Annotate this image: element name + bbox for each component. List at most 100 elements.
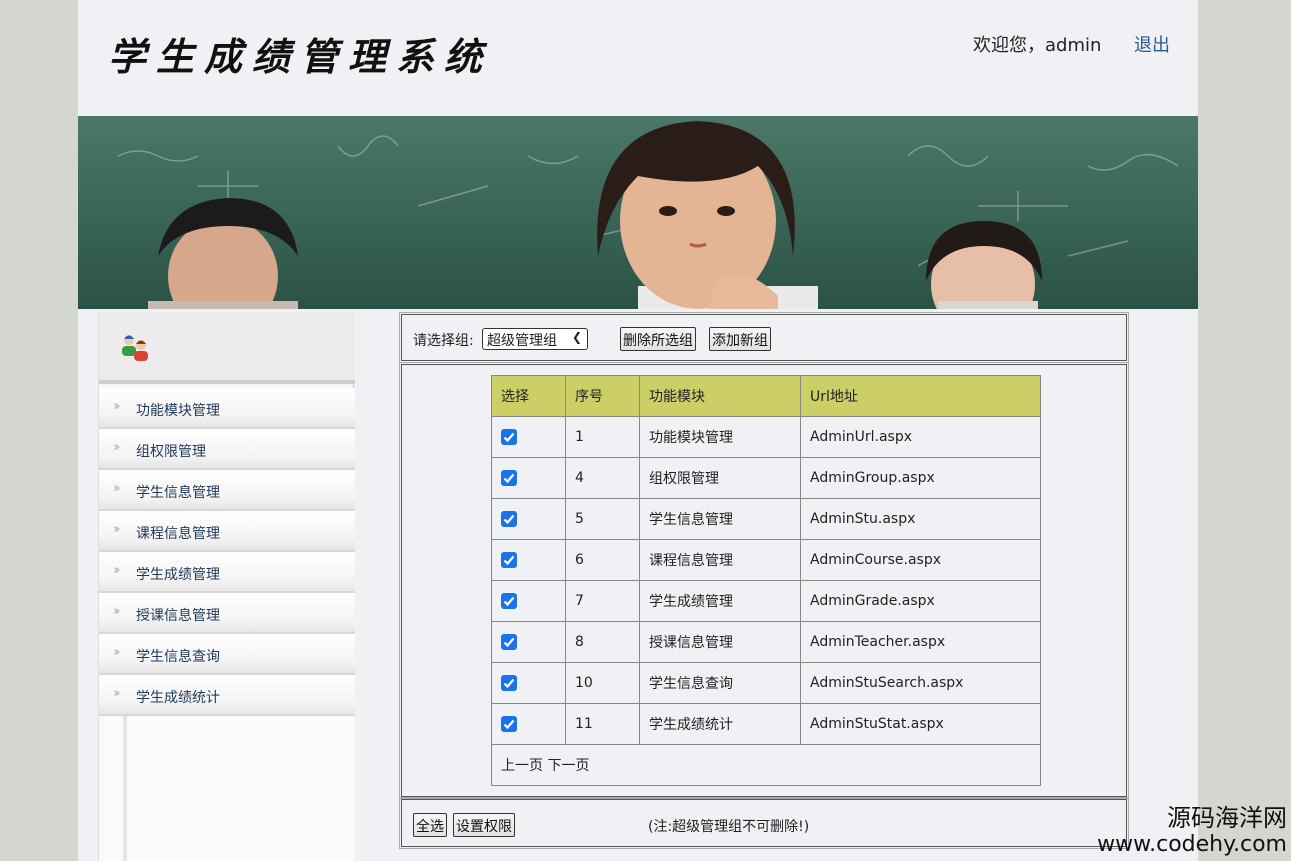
welcome-text: 欢迎您，admin (973, 35, 1102, 56)
id-cell: 5 (565, 498, 640, 540)
check-icon (503, 555, 515, 566)
note-text: (注:超级管理组不可删除!) (648, 819, 810, 835)
row-checkbox[interactable] (501, 634, 517, 650)
module-cell: 功能模块管理 (639, 416, 801, 458)
sidebar-item[interactable]: ›› 组权限管理 (99, 429, 355, 470)
sidebar-item-label: 学生信息查询 (136, 649, 220, 665)
module-cell: 授课信息管理 (639, 621, 801, 663)
next-page-link[interactable]: 下一页 (547, 758, 589, 774)
banner-image (78, 116, 1198, 309)
select-group-label: 请选择组: (413, 333, 474, 349)
watermark-line1: 源码海洋网 (1167, 804, 1287, 832)
select-cell (491, 703, 566, 745)
check-icon (503, 473, 515, 484)
sidebar-item-label: 课程信息管理 (136, 526, 220, 542)
url-cell: AdminGroup.aspx (800, 457, 1041, 499)
url-cell: AdminStu.aspx (800, 498, 1041, 540)
row-checkbox[interactable] (501, 552, 517, 568)
main-content: 请选择组: 超级管理组 ❮ 删除所选组 添加新组 选择 序号 功能模块 Url地… (358, 311, 1172, 861)
table-row: 11 学生成绩统计 AdminStuStat.aspx (491, 703, 1041, 745)
sidebar-item[interactable]: ›› 功能模块管理 (99, 388, 355, 429)
row-checkbox[interactable] (501, 511, 517, 527)
id-cell: 4 (565, 457, 640, 499)
logout-link[interactable]: 退出 (1134, 31, 1170, 57)
table-header-row: 选择 序号 功能模块 Url地址 (491, 375, 1041, 417)
select-cell (491, 621, 566, 663)
col-header-select: 选择 (491, 375, 566, 417)
sidebar-item[interactable]: ›› 学生成绩管理 (99, 552, 355, 593)
select-all-button[interactable]: 全选 (413, 813, 447, 837)
sidebar-item[interactable]: ›› 学生信息查询 (99, 634, 355, 675)
check-icon (503, 678, 515, 689)
check-icon (503, 514, 515, 525)
sidebar-item[interactable]: ›› 课程信息管理 (99, 511, 355, 552)
row-checkbox[interactable] (501, 593, 517, 609)
id-cell: 8 (565, 621, 640, 663)
classroom-photo (78, 116, 1198, 309)
watermark-line2: www.codehy.com (1097, 832, 1287, 857)
set-permission-button[interactable]: 设置权限 (453, 813, 515, 837)
sidebar-item[interactable]: ›› 学生成绩统计 (99, 675, 355, 716)
table-row: 8 授课信息管理 AdminTeacher.aspx (491, 621, 1041, 663)
select-cell (491, 580, 566, 622)
module-cell: 课程信息管理 (639, 539, 801, 581)
module-cell: 学生成绩统计 (639, 703, 801, 745)
col-header-id: 序号 (565, 375, 640, 417)
prev-page-link[interactable]: 上一页 (501, 758, 543, 774)
sidebar-item-label: 授课信息管理 (136, 608, 220, 624)
table-row: 6 课程信息管理 AdminCourse.aspx (491, 539, 1041, 581)
url-cell: AdminStuSearch.aspx (800, 662, 1041, 704)
double-chevron-right-icon: ›› (113, 399, 121, 414)
row-checkbox[interactable] (501, 429, 517, 445)
sidebar-header (99, 312, 355, 384)
id-cell: 6 (565, 539, 640, 581)
table-row: 1 功能模块管理 AdminUrl.aspx (491, 416, 1041, 458)
header: 学生成绩管理系统 欢迎您，admin 退出 (78, 0, 1198, 116)
check-icon (503, 432, 515, 443)
sidebar-item[interactable]: ›› 授课信息管理 (99, 593, 355, 634)
url-cell: AdminStuStat.aspx (800, 703, 1041, 745)
select-cell (491, 416, 566, 458)
url-cell: AdminCourse.aspx (800, 539, 1041, 581)
row-checkbox[interactable] (501, 675, 517, 691)
id-cell: 7 (565, 580, 640, 622)
sidebar-item-label: 学生成绩统计 (136, 690, 220, 706)
action-bar: 全选 设置权限 (注:超级管理组不可删除!) (399, 797, 1129, 849)
sidebar-item-label: 组权限管理 (136, 444, 206, 460)
table-row: 4 组权限管理 AdminGroup.aspx (491, 457, 1041, 499)
module-cell: 学生成绩管理 (639, 580, 801, 622)
double-chevron-right-icon: ›› (113, 563, 121, 578)
pager-cell: 上一页 下一页 (491, 744, 1041, 786)
select-cell (491, 662, 566, 704)
select-cell (491, 457, 566, 499)
add-group-button[interactable]: 添加新组 (709, 327, 771, 351)
col-header-url: Url地址 (800, 375, 1041, 417)
id-cell: 11 (565, 703, 640, 745)
double-chevron-right-icon: ›› (113, 645, 121, 660)
group-select[interactable]: 超级管理组 ❮ (482, 328, 588, 350)
group-select-value: 超级管理组 (487, 333, 557, 349)
url-cell: AdminGrade.aspx (800, 580, 1041, 622)
watermark: 源码海洋网 www.codehy.com (1097, 804, 1287, 858)
module-cell: 学生信息查询 (639, 662, 801, 704)
double-chevron-right-icon: ›› (113, 440, 121, 455)
row-checkbox[interactable] (501, 470, 517, 486)
double-chevron-right-icon: ›› (113, 686, 121, 701)
check-icon (503, 719, 515, 730)
group-toolbar: 请选择组: 超级管理组 ❮ 删除所选组 添加新组 (399, 312, 1129, 363)
delete-group-button[interactable]: 删除所选组 (620, 327, 696, 351)
check-icon (503, 596, 515, 607)
table-row: 5 学生信息管理 AdminStu.aspx (491, 498, 1041, 540)
table-row: 7 学生成绩管理 AdminGrade.aspx (491, 580, 1041, 622)
row-checkbox[interactable] (501, 716, 517, 732)
id-cell: 10 (565, 662, 640, 704)
double-chevron-right-icon: ›› (113, 481, 121, 496)
sidebar: ›› 功能模块管理 ›› 组权限管理 ›› 学生信息管理 ›› 课程信息管理 ›› 学生成绩管理 ›… (98, 312, 355, 861)
double-chevron-right-icon: ›› (113, 522, 121, 537)
sidebar-item-label: 学生成绩管理 (136, 567, 220, 583)
table-row: 10 学生信息查询 AdminStuSearch.aspx (491, 662, 1041, 704)
site-title: 学生成绩管理系统 (108, 34, 493, 79)
sidebar-item[interactable]: ›› 学生信息管理 (99, 470, 355, 511)
module-cell: 组权限管理 (639, 457, 801, 499)
sidebar-item-label: 学生信息管理 (136, 485, 220, 501)
